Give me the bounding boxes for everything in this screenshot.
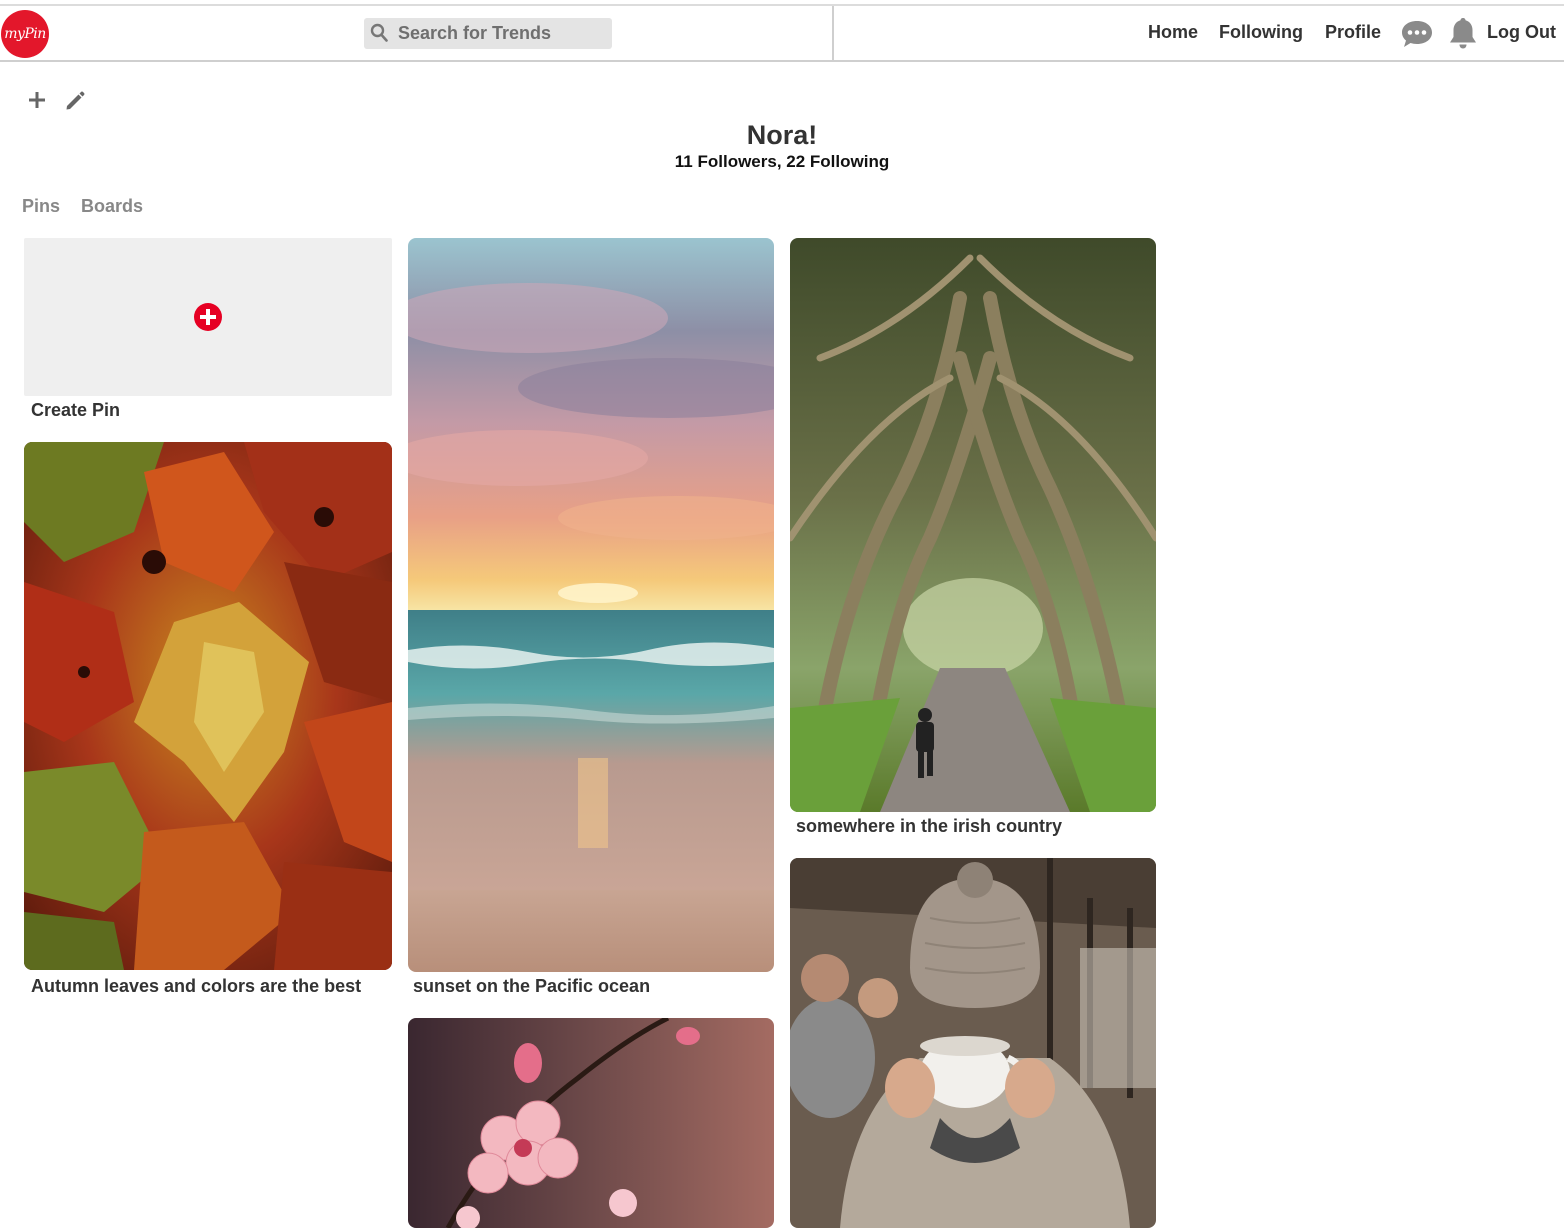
search-bar[interactable]	[364, 18, 612, 49]
tab-pins[interactable]: Pins	[22, 196, 60, 217]
add-pin-plus-icon[interactable]	[194, 303, 222, 331]
pin-caption[interactable]: sunset on the Pacific ocean	[413, 976, 650, 997]
nav-logout-link[interactable]: Log Out	[1487, 22, 1556, 43]
pin-caption[interactable]: somewhere in the irish country	[796, 816, 1062, 837]
edit-pencil-icon[interactable]	[64, 90, 86, 112]
navbar-divider	[832, 6, 834, 60]
pin-card-autumn-leaves[interactable]	[24, 442, 392, 970]
profile-name: Nora!	[746, 120, 818, 150]
create-pin-card[interactable]	[24, 238, 392, 396]
create-pin-label[interactable]: Create Pin	[31, 400, 120, 421]
app-logo[interactable]: myPin	[1, 10, 49, 58]
woman-with-coffee-cup-image	[790, 858, 1156, 1228]
messages-icon[interactable]	[1400, 18, 1434, 50]
search-icon	[370, 23, 388, 42]
nav-profile-link[interactable]: Profile	[1325, 22, 1381, 43]
ocean-sunset-image	[408, 238, 774, 972]
pin-card-coffee[interactable]	[790, 858, 1156, 1228]
nav-following-link[interactable]: Following	[1219, 22, 1303, 43]
nav-home-link[interactable]: Home	[1148, 22, 1198, 43]
top-navbar: myPin Home Following Profile Log Out	[0, 6, 1564, 62]
autumn-leaves-image	[24, 442, 392, 970]
add-icon[interactable]	[27, 90, 47, 110]
tree-tunnel-road-image	[790, 238, 1156, 812]
tab-boards[interactable]: Boards	[81, 196, 143, 217]
pin-card-ocean-sunset[interactable]	[408, 238, 774, 972]
cherry-blossoms-image	[408, 1018, 774, 1228]
pin-card-irish-country[interactable]	[790, 238, 1156, 812]
search-input[interactable]	[394, 18, 612, 49]
notifications-bell-icon[interactable]	[1448, 16, 1478, 52]
pin-card-cherry-blossoms[interactable]	[408, 1018, 774, 1228]
pin-caption[interactable]: Autumn leaves and colors are the best	[31, 976, 361, 997]
profile-follow-stats[interactable]: 11 Followers, 22 Following	[0, 152, 1564, 172]
